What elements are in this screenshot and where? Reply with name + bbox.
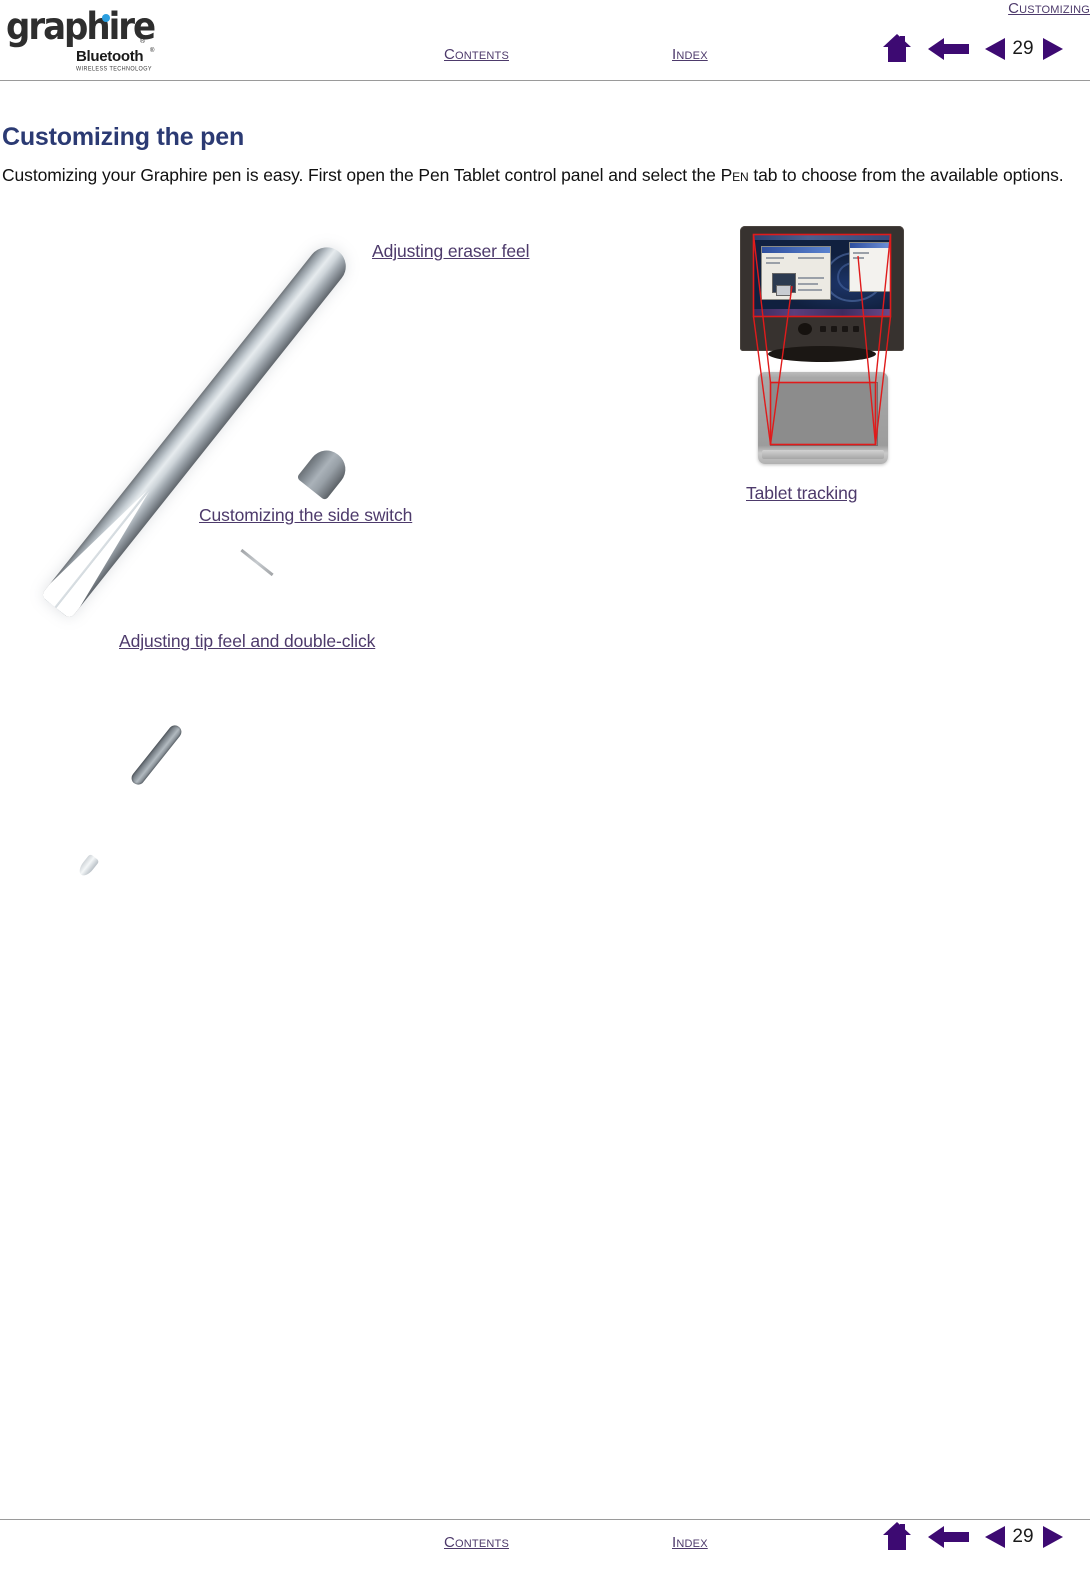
screen-window-line — [766, 262, 780, 264]
screen-window-main-titlebar — [762, 247, 830, 253]
logo-wordmark: graphire — [6, 5, 156, 48]
home-icon[interactable] — [880, 33, 914, 63]
screen-window-line — [798, 277, 824, 279]
graphire-tablet — [758, 372, 888, 464]
logo-bluetooth-registered-mark: ® — [150, 48, 155, 54]
monitor-bezel-button — [831, 326, 837, 332]
header-navigation-icons: 29 — [880, 33, 1080, 69]
logo-bluetooth-text: Bluetooth — [76, 48, 144, 65]
screen-window-line — [798, 289, 822, 291]
back-arrow-icon[interactable] — [928, 1525, 970, 1549]
tablet-active-area — [770, 382, 878, 446]
intro-text-part1: Customizing your Graphire pen is easy. F… — [2, 164, 721, 185]
screen-window-line — [798, 283, 818, 285]
logo-registered-mark: ® — [140, 38, 146, 45]
customizing-side-switch-link[interactable]: Customizing the side switch — [199, 505, 412, 526]
screen-window-line — [853, 252, 869, 254]
intro-text-part2: tab to choose from the available options… — [748, 164, 1064, 185]
logo-blue-dot-icon — [102, 14, 110, 22]
footer-navigation-icons: 29 — [880, 1521, 1080, 1557]
monitor-bezel-button — [820, 326, 826, 332]
page-header: graphire ® Bluetooth ® WIRELESS TECHNOLO… — [0, 0, 1090, 82]
footer-contents-link[interactable]: Contents — [444, 1534, 509, 1551]
monitor-power-button-icon — [798, 323, 812, 335]
header-contents-link[interactable]: Contents — [444, 46, 509, 63]
adjusting-eraser-feel-link[interactable]: Adjusting eraser feel — [372, 241, 530, 262]
section-title-link[interactable]: Customizing — [1008, 0, 1090, 17]
tablet-tracking-link[interactable]: Tablet tracking — [746, 483, 857, 504]
pen-shaft — [40, 239, 354, 620]
monitor-bezel-controls — [798, 323, 859, 335]
pen-body — [30, 222, 360, 879]
previous-page-icon[interactable] — [984, 1525, 1006, 1549]
monitor-tablet-tracking-illustration — [740, 226, 910, 476]
screen-window-line — [853, 257, 864, 259]
screen-window-line — [798, 257, 824, 259]
pen-barrel-seam — [240, 548, 274, 577]
logo-tagline: WIRELESS TECHNOLOGY — [76, 66, 152, 73]
header-index-link[interactable]: Index — [672, 46, 708, 63]
next-page-icon[interactable] — [1042, 1525, 1064, 1549]
next-page-icon[interactable] — [1042, 37, 1064, 61]
pen-eraser-tip — [296, 443, 353, 501]
pen-tab-label: Pen — [720, 164, 749, 185]
previous-page-icon[interactable] — [984, 37, 1006, 61]
monitor-stand-base — [768, 346, 876, 362]
monitor-bezel-button — [842, 326, 848, 332]
page-title: Customizing the pen — [2, 122, 245, 151]
screen-window-side — [849, 242, 891, 292]
screen-window-line — [766, 257, 784, 259]
home-icon[interactable] — [880, 1521, 914, 1551]
screen-window-side-titlebar — [850, 243, 890, 248]
adjusting-tip-feel-link[interactable]: Adjusting tip feel and double-click — [119, 631, 375, 652]
screen-menu-bar — [753, 234, 891, 240]
pen-nib-tip — [76, 853, 100, 879]
header-page-number: 29 — [1012, 38, 1034, 59]
back-arrow-icon[interactable] — [928, 37, 970, 61]
monitor — [740, 226, 904, 351]
graphire-pen-illustration — [30, 222, 360, 879]
footer-page-number: 29 — [1012, 1526, 1034, 1547]
monitor-screen — [753, 234, 891, 317]
tablet-front-strip — [762, 450, 884, 459]
footer-divider — [0, 1519, 1090, 1520]
screen-window-main — [761, 246, 831, 300]
intro-paragraph: Customizing your Graphire pen is easy. F… — [2, 163, 1088, 188]
pen-side-switch — [129, 722, 184, 788]
graphire-bluetooth-logo: graphire ® Bluetooth ® WIRELESS TECHNOLO… — [6, 6, 166, 74]
screen-window-preview-small — [776, 285, 791, 296]
header-divider — [0, 80, 1090, 81]
footer-index-link[interactable]: Index — [672, 1534, 708, 1551]
monitor-bezel-button — [853, 326, 859, 332]
screen-taskbar — [753, 309, 891, 317]
